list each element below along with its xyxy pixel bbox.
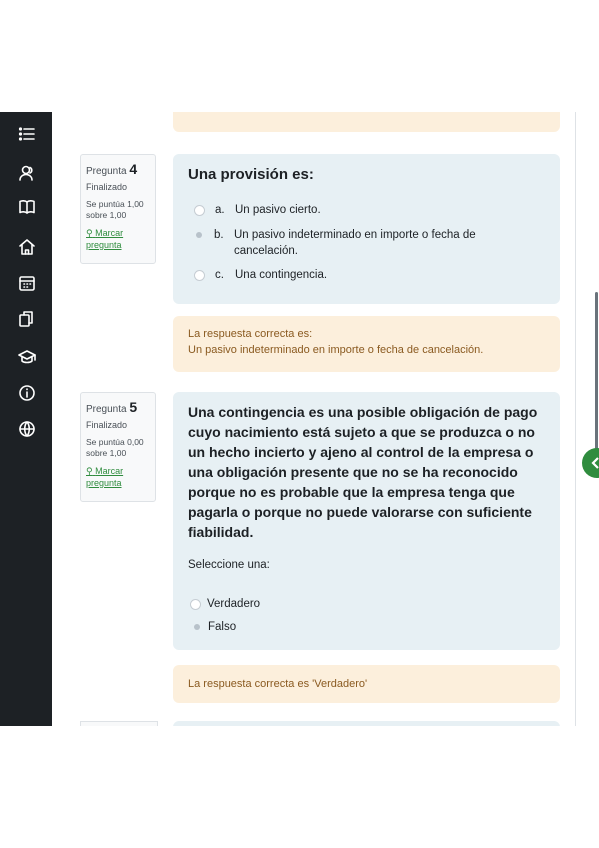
flag-icon: ⚲ bbox=[86, 466, 93, 476]
question-grade: Se puntúa 0,00 sobre 1,00 bbox=[86, 437, 144, 458]
feedback-answer: Un pasivo indeterminado en importe o fec… bbox=[188, 344, 484, 356]
feedback-intro: La respuesta correcta es: bbox=[188, 328, 313, 340]
answer-option-c[interactable]: c. Una contingencia. bbox=[194, 267, 534, 283]
question-text: Una provisión es: bbox=[188, 166, 314, 183]
participants-icon[interactable] bbox=[16, 162, 38, 184]
radio-button[interactable] bbox=[194, 205, 205, 216]
book-icon[interactable] bbox=[16, 196, 38, 218]
radio-button-selected[interactable] bbox=[194, 624, 200, 630]
radio-button[interactable] bbox=[190, 599, 201, 610]
question-box-6 bbox=[173, 721, 560, 726]
flag-question-link[interactable]: ⚲ Marcar pregunta bbox=[86, 465, 150, 489]
previous-feedback-box bbox=[173, 112, 560, 132]
question-number: Pregunta 5 bbox=[86, 399, 138, 415]
question-number: Pregunta 4 bbox=[86, 161, 138, 177]
radio-button-selected[interactable] bbox=[196, 232, 202, 238]
quiz-review-viewport: Pregunta 4 Finalizado Se puntúa 1,00 sob… bbox=[0, 112, 599, 726]
question-state: Finalizado bbox=[86, 182, 128, 192]
feedback-text: La respuesta correcta es 'Verdadero' bbox=[188, 678, 368, 690]
calendar-icon[interactable] bbox=[16, 272, 38, 294]
nav-sidebar bbox=[0, 112, 52, 726]
feedback-box-5: La respuesta correcta es 'Verdadero' bbox=[173, 665, 560, 703]
flag-question-link[interactable]: ⚲ Marcar pregunta bbox=[86, 227, 150, 251]
flag-icon: ⚲ bbox=[86, 228, 93, 238]
files-icon[interactable] bbox=[16, 308, 38, 330]
question-text: Una contingencia es una posible obligaci… bbox=[188, 404, 538, 540]
answer-option-a[interactable]: a. Un pasivo cierto. bbox=[194, 202, 534, 218]
home-icon[interactable] bbox=[16, 236, 38, 258]
graduation-cap-icon[interactable] bbox=[16, 346, 38, 368]
question-grade: Se puntúa 1,00 sobre 1,00 bbox=[86, 199, 144, 220]
drawer-toggle-button[interactable] bbox=[582, 448, 599, 478]
answer-option-true[interactable]: Verdadero bbox=[190, 596, 260, 612]
answer-option-b[interactable]: b. Un pasivo indeterminado en importe o … bbox=[194, 227, 534, 259]
question-state: Finalizado bbox=[86, 420, 128, 430]
select-prompt: Seleccione una: bbox=[188, 559, 270, 571]
radio-button[interactable] bbox=[194, 270, 205, 281]
chevron-left-icon bbox=[591, 457, 599, 469]
answer-option-false[interactable]: Falso bbox=[192, 619, 236, 635]
scrollbar-thumb[interactable] bbox=[595, 292, 598, 452]
info-icon[interactable] bbox=[16, 382, 38, 404]
feedback-box-4: La respuesta correcta es: Un pasivo inde… bbox=[173, 316, 560, 372]
content-border bbox=[575, 112, 576, 726]
question-info-4: Pregunta 4 Finalizado Se puntúa 1,00 sob… bbox=[80, 154, 156, 264]
globe-icon[interactable] bbox=[16, 418, 38, 440]
list-icon[interactable] bbox=[16, 123, 38, 145]
question-info-6 bbox=[80, 721, 158, 726]
question-info-5: Pregunta 5 Finalizado Se puntúa 0,00 sob… bbox=[80, 392, 156, 502]
